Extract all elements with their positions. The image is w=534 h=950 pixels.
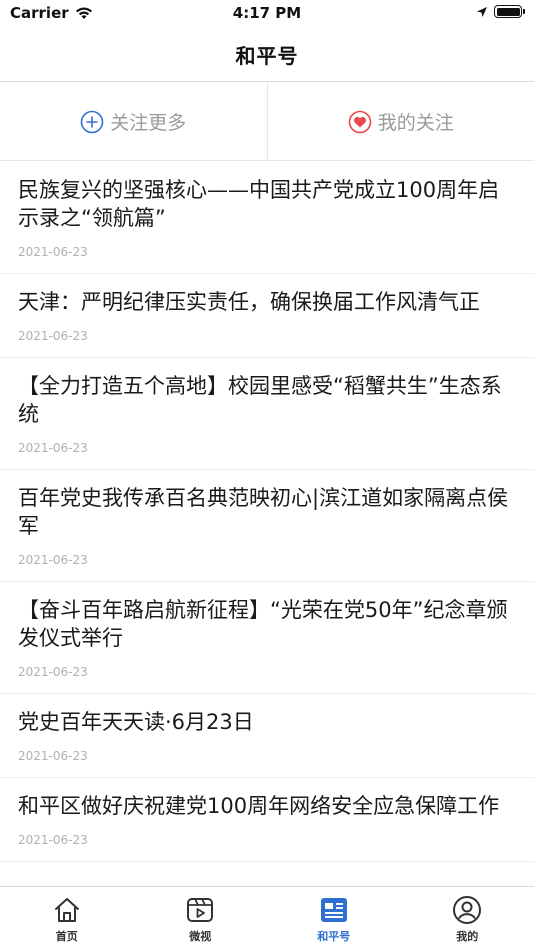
news-title: 【奋斗百年路启航新征程】“光荣在党50年”纪念章颁发仪式举行 [18, 598, 508, 650]
news-date: 2021-06-23 [18, 665, 88, 679]
page-title: 和平号 [235, 44, 299, 68]
heart-circle-icon [348, 110, 372, 133]
navigation-bar: 和平号 [0, 28, 534, 82]
location-arrow-icon [477, 6, 487, 17]
battery-icon [494, 5, 525, 18]
tab-mine[interactable]: 我的 [401, 887, 534, 950]
home-icon [54, 898, 79, 922]
news-date: 2021-06-23 [18, 245, 88, 259]
news-date: 2021-06-23 [18, 553, 88, 567]
tab-heping-label: 和平号 [317, 930, 351, 943]
tab-home[interactable]: 首页 [0, 887, 134, 950]
news-title: 百年党史我传承百名典范映初心|滨江道如家隔离点侯军 [18, 486, 509, 538]
news-item[interactable]: 党史百年天天读·6月23日 2021-06-23 [0, 694, 534, 778]
tab-home-label: 首页 [55, 930, 78, 943]
news-item[interactable]: 天津：严明纪律压实责任，确保换届工作风清气正 2021-06-23 [0, 274, 534, 358]
news-item[interactable]: 百年党史我传承百名典范映初心|滨江道如家隔离点侯军 2021-06-23 [0, 470, 534, 582]
status-right [476, 5, 525, 18]
tab-video-label: 微视 [189, 930, 212, 943]
news-date: 2021-06-23 [18, 441, 88, 455]
tab-video[interactable]: 微视 [134, 887, 268, 950]
tab-heping[interactable]: 和平号 [267, 887, 401, 950]
follow-more-button[interactable]: 关注更多 [0, 83, 267, 160]
news-item[interactable]: 【奋斗百年路启航新征程】“光荣在党50年”纪念章颁发仪式举行 2021-06-2… [0, 582, 534, 694]
news-title: 民族复兴的坚强核心——中国共产党成立100周年启示录之“领航篇” [18, 178, 500, 230]
my-follows-button[interactable]: 我的关注 [266, 83, 534, 160]
news-date: 2021-06-23 [18, 833, 88, 847]
profile-icon [453, 896, 482, 924]
news-date: 2021-06-23 [18, 749, 88, 763]
news-title: 天津：严明纪律压实责任，确保换届工作风清气正 [18, 290, 480, 314]
news-title: 党史百年天天读·6月23日 [18, 710, 254, 734]
news-list: 民族复兴的坚强核心——中国共产党成立100周年启示录之“领航篇” 2021-06… [0, 162, 534, 886]
news-item[interactable]: 【全力打造五个高地】校园里感受“稻蟹共生”生态系统 2021-06-23 [0, 358, 534, 470]
tab-bar: 首页 微视 和平号 我的 [0, 886, 534, 950]
follow-actions: 关注更多 我的关注 [0, 83, 534, 161]
clock: 4:17 PM [232, 4, 302, 22]
news-title: 和平区做好庆祝建党100周年网络安全应急保障工作 [18, 794, 500, 818]
add-circle-icon [80, 110, 104, 133]
news-item[interactable]: 和平区做好庆祝建党100周年网络安全应急保障工作 2021-06-23 [0, 778, 534, 862]
news-date: 2021-06-23 [18, 329, 88, 343]
news-item[interactable]: 民族复兴的坚强核心——中国共产党成立100周年启示录之“领航篇” 2021-06… [0, 162, 534, 274]
news-title: 【全力打造五个高地】校园里感受“稻蟹共生”生态系统 [18, 374, 502, 426]
video-icon [187, 898, 214, 922]
my-follows-label: 我的关注 [377, 112, 454, 134]
tab-mine-label: 我的 [456, 930, 479, 943]
follow-more-label: 关注更多 [110, 112, 187, 134]
status-bar: Carrier 4:17 PM [0, 0, 534, 28]
news-icon [320, 898, 347, 922]
